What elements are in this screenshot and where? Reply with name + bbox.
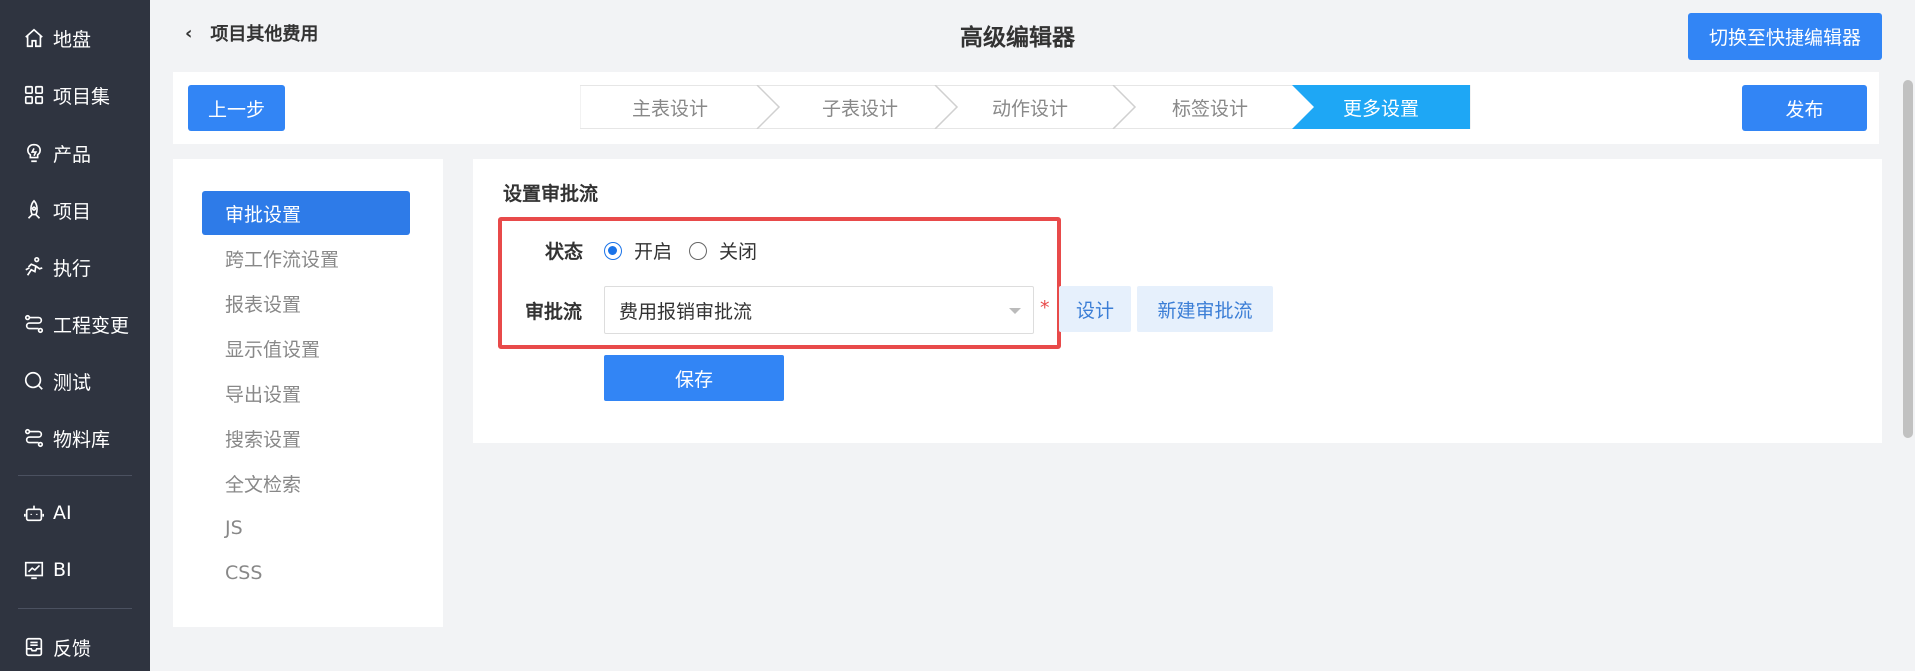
select-value: 费用报销审批流: [619, 300, 753, 323]
nav-item-execute[interactable]: 执行: [22, 252, 91, 282]
inbox-icon: [22, 635, 46, 659]
nav-item-label: 地盘: [53, 28, 92, 51]
nav-item-engineering-change[interactable]: 工程变更: [22, 309, 129, 339]
nav-item-label: 物料库: [53, 428, 111, 451]
radio-unchecked-icon: [689, 241, 707, 260]
switch-editor-button[interactable]: 切换至快捷编辑器: [1688, 13, 1882, 60]
nav-divider: [18, 608, 132, 609]
back-label: 项目其他费用: [210, 24, 319, 45]
nav-item-program[interactable]: 项目集: [22, 80, 110, 110]
step-more-settings[interactable]: 更多设置: [1292, 85, 1470, 129]
chart-icon: [22, 558, 46, 582]
section-title: 设置审批流: [503, 183, 599, 205]
nav-divider: [18, 475, 132, 476]
menu-item-fulltext[interactable]: 全文检索: [202, 461, 410, 505]
robot-icon: [22, 501, 46, 525]
nav-item-product[interactable]: 产品: [22, 138, 91, 168]
nav-item-label: BI: [53, 559, 72, 581]
radio-off[interactable]: 关闭: [689, 237, 757, 264]
nav-item-label: 反馈: [53, 637, 92, 660]
status-label: 状态: [545, 241, 584, 263]
step-wizard: 主表设计 子表设计 动作设计 标签设计 更多设置: [580, 85, 1480, 129]
steps-bar: 上一步 主表设计 子表设计 动作设计 标签设计 更多设置 发布: [173, 72, 1879, 144]
flow-icon: [22, 426, 46, 450]
chevron-left-icon: ‹: [185, 22, 193, 44]
flow-label: 审批流: [525, 301, 583, 323]
step-action[interactable]: 动作设计: [940, 85, 1120, 129]
nav-item-label: AI: [53, 502, 72, 524]
menu-item-js[interactable]: JS: [202, 506, 410, 550]
nav-item-label: 测试: [53, 371, 92, 394]
nav-item-feedback[interactable]: 反馈: [22, 632, 91, 662]
nav-item-label: 工程变更: [53, 314, 130, 337]
back-link[interactable]: ‹ 项目其他费用: [185, 20, 318, 46]
menu-item-report[interactable]: 报表设置: [202, 281, 410, 325]
save-button[interactable]: 保存: [604, 355, 784, 401]
radio-on-label: 开启: [634, 241, 673, 263]
run-icon: [22, 255, 46, 279]
nav-item-label: 产品: [53, 143, 92, 166]
menu-item-css[interactable]: CSS: [202, 551, 410, 595]
settings-menu: 审批设置 跨工作流设置 报表设置 显示值设置 导出设置 搜索设置 全文检索 JS…: [173, 159, 443, 627]
step-label[interactable]: 标签设计: [1120, 85, 1300, 129]
design-button[interactable]: 设计: [1059, 286, 1131, 332]
publish-button[interactable]: 发布: [1742, 85, 1867, 131]
approval-flow-select[interactable]: 费用报销审批流: [604, 286, 1034, 334]
new-flow-button[interactable]: 新建审批流: [1137, 286, 1273, 332]
chevron-down-icon: [1009, 308, 1021, 314]
approval-settings-panel: 设置审批流 状态 开启 关闭 审批流 费用报销审批流 * 设计 新建审批流 保存: [473, 159, 1882, 443]
bulb-icon: [22, 141, 46, 165]
menu-item-approval[interactable]: 审批设置: [202, 191, 410, 235]
flow-icon: [22, 312, 46, 336]
radio-off-label: 关闭: [719, 241, 758, 263]
nav-item-test[interactable]: 测试: [22, 366, 91, 396]
nav-item-bi[interactable]: BI: [22, 555, 72, 585]
prev-step-button[interactable]: 上一步: [188, 85, 285, 131]
step-main-table[interactable]: 主表设计: [580, 85, 760, 129]
grid-icon: [22, 83, 46, 107]
radio-on[interactable]: 开启: [604, 237, 672, 264]
nav-item-ai[interactable]: AI: [22, 498, 72, 528]
nav-item-dipan[interactable]: 地盘: [22, 23, 91, 53]
radio-checked-icon: [604, 241, 622, 260]
scrollbar-thumb[interactable]: [1903, 80, 1913, 438]
menu-item-search[interactable]: 搜索设置: [202, 416, 410, 460]
top-header: ‹ 项目其他费用 高级编辑器 切换至快捷编辑器: [150, 0, 1915, 70]
home-icon: [22, 26, 46, 50]
nav-item-label: 项目集: [53, 85, 111, 108]
nav-item-project[interactable]: 项目: [22, 195, 91, 225]
left-nav: 地盘 项目集 产品 项目 执行 工程变更 测试 物料库 AI BI 反馈: [0, 0, 150, 671]
scrollbar[interactable]: [1901, 70, 1915, 671]
nav-item-materials[interactable]: 物料库: [22, 423, 110, 453]
menu-item-export[interactable]: 导出设置: [202, 371, 410, 415]
magnifier-icon: [22, 369, 46, 393]
step-sub-table[interactable]: 子表设计: [760, 85, 960, 129]
rocket-icon: [22, 198, 46, 222]
nav-item-label: 项目: [53, 200, 92, 223]
menu-item-cross-workflow[interactable]: 跨工作流设置: [202, 236, 410, 280]
menu-item-display-value[interactable]: 显示值设置: [202, 326, 410, 370]
required-mark: *: [1040, 297, 1050, 319]
nav-item-label: 执行: [53, 257, 92, 280]
page-title: 高级编辑器: [960, 25, 1075, 51]
